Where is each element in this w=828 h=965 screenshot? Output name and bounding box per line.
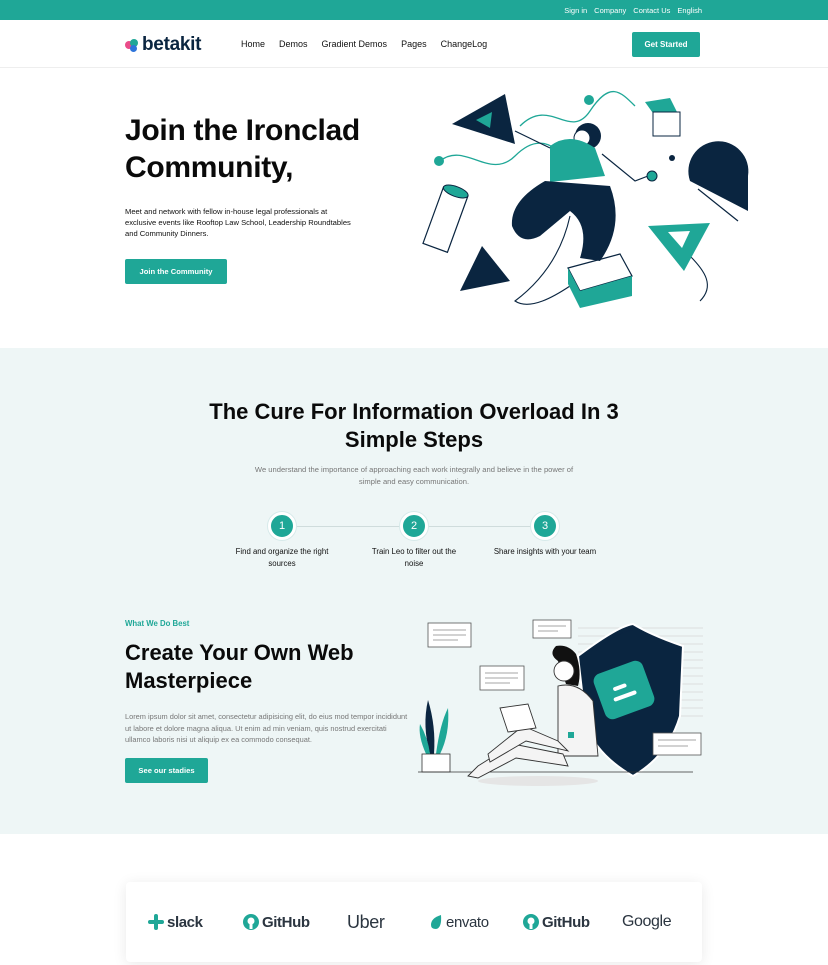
brand-slack-text: slack xyxy=(167,913,203,931)
top-bar-links: Sign in Company Contact Us English xyxy=(564,0,702,20)
brands-card: slack GitHub Uber envato GitHub Google xyxy=(126,882,702,962)
nav-item-changelog[interactable]: ChangeLog xyxy=(441,39,488,49)
brand-envato: envato xyxy=(430,912,489,932)
join-community-button[interactable]: Join the Community xyxy=(125,259,227,284)
brand-github-text-2: GitHub xyxy=(542,913,590,931)
get-started-button[interactable]: Get Started xyxy=(632,32,700,57)
brand-google: Google xyxy=(622,912,672,932)
feature-eyebrow: What We Do Best xyxy=(125,619,190,628)
nav-item-home[interactable]: Home xyxy=(241,39,265,49)
step-label-1: Find and organize the right sources xyxy=(235,547,329,568)
brand-slack: slack xyxy=(148,912,203,932)
step-number-1: 1 xyxy=(268,512,296,540)
step-number-2: 2 xyxy=(400,512,428,540)
step-label-3: Share insights with your team xyxy=(493,547,597,556)
logo-mark-icon xyxy=(125,37,139,53)
steps-subtitle: We understand the importance of approach… xyxy=(254,465,574,486)
brand-github-text-1: GitHub xyxy=(262,913,310,931)
see-our-studies-button[interactable]: See our stadies xyxy=(125,758,208,783)
brand-google-text: Google xyxy=(622,913,672,930)
company-link[interactable]: Company xyxy=(594,6,626,15)
brand-github-1: GitHub xyxy=(243,912,310,932)
github-icon xyxy=(243,914,259,930)
slack-icon xyxy=(148,914,164,930)
logo-text: betakit xyxy=(142,34,202,55)
nav-item-gradient-demos[interactable]: Gradient Demos xyxy=(322,39,388,49)
top-bar: Sign in Company Contact Us English xyxy=(0,0,828,20)
sign-in-link[interactable]: Sign in xyxy=(564,6,587,15)
main-navbar: betakit Home Demos Gradient Demos Pages … xyxy=(0,20,828,68)
hero-description: Meet and network with fellow in-house le… xyxy=(125,207,351,238)
nav-menu: Home Demos Gradient Demos Pages ChangeLo… xyxy=(241,20,487,68)
steps-title: The Cure For Information Overload In 3 S… xyxy=(209,399,619,452)
brand-envato-text: envato xyxy=(446,913,489,931)
feature-description: Lorem ipsum dolor sit amet, consectetur … xyxy=(125,712,408,744)
nav-item-demos[interactable]: Demos xyxy=(279,39,308,49)
language-link[interactable]: English xyxy=(677,6,702,15)
hero-illustration xyxy=(422,90,749,308)
logo[interactable]: betakit xyxy=(125,34,201,56)
brand-uber-text: Uber xyxy=(347,911,385,932)
brand-uber: Uber xyxy=(347,911,385,932)
contact-us-link[interactable]: Contact Us xyxy=(633,6,670,15)
github-icon xyxy=(523,914,539,930)
nav-item-pages[interactable]: Pages xyxy=(401,39,427,49)
step-label-2: Train Leo to filter out the noise xyxy=(371,547,457,568)
brand-github-2: GitHub xyxy=(523,912,590,932)
hero-title: Join the Ironclad Community, xyxy=(125,114,360,184)
envato-leaf-icon xyxy=(431,915,442,929)
feature-title: Create Your Own Web Masterpiece xyxy=(125,640,354,693)
feature-illustration xyxy=(418,619,703,786)
step-number-3: 3 xyxy=(531,512,559,540)
